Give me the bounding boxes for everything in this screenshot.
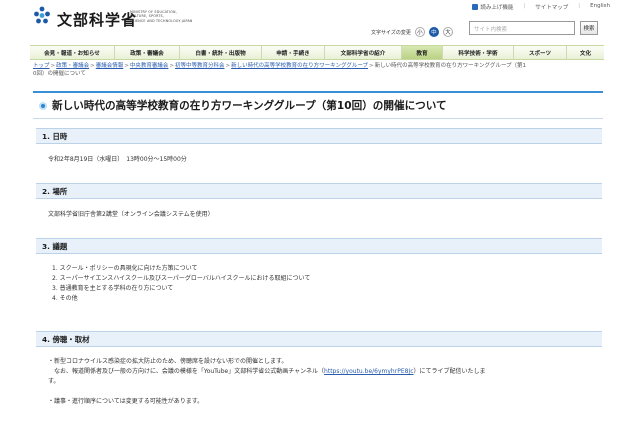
nav-item-policy[interactable]: 政策・審議会 — [115, 46, 180, 59]
page-title-box: 新しい時代の高等学校教育の在り方ワーキンググループ（第10回）の開催について — [33, 91, 603, 119]
observe-note-1: ・新型コロナウイルス感染症の拡大防止のため、傍聴席を設けない形での開催とします。 — [48, 358, 288, 365]
global-nav: 会見・報道・お知らせ 政策・審議会 白書・統計・出版物 申請・手続き 文部科学省… — [30, 45, 604, 60]
utility-links: 読み上げ機能 | サイトマップ | English — [472, 3, 610, 11]
breadcrumb-link-councils[interactable]: 審議会情報 — [96, 63, 124, 69]
section-heading-observe: 4. 傍聴・取材 — [36, 331, 602, 347]
agenda-item: 4. その他 — [52, 295, 78, 302]
site-search-input[interactable]: サイト内検索 — [469, 21, 575, 35]
site-logo-text[interactable]: 文部科学省 — [57, 9, 137, 30]
observe-note-3: ・議事・進行順序については変更する可能性があります。 — [48, 398, 204, 405]
observe-note-2-cont: す。 — [48, 378, 60, 385]
agenda-item: 2. スーパーサイエンスハイスクール及びスーパーグローバルハイスクールにおける取… — [52, 275, 311, 282]
nav-item-whitepaper[interactable]: 白書・統計・出版物 — [180, 46, 262, 59]
read-aloud-link[interactable]: 読み上げ機能 — [472, 3, 513, 11]
section-body-place: 文部科学省旧庁舎第2講堂（オンライン会議システムを使用） — [48, 211, 214, 218]
font-size-switcher: 文字サイズの変更 小 中 大 — [371, 27, 453, 37]
breadcrumb-current-cont: 0回）の開催について — [33, 70, 86, 77]
section-heading-place: 2. 場所 — [36, 183, 602, 199]
search-button[interactable]: 検索 — [580, 21, 598, 35]
title-bullet-icon — [39, 101, 47, 110]
youtube-link[interactable]: https://youtu.be/6ymyhrPE8Jc — [324, 368, 413, 375]
font-size-small-button[interactable]: 小 — [414, 27, 425, 37]
breadcrumb-link-policy[interactable]: 政策・審議会 — [56, 63, 89, 69]
breadcrumb-link-central-council[interactable]: 中央教育審議会 — [130, 63, 169, 69]
breadcrumb: トップ>政策・審議会>審議会情報>中央教育審議会>初等中等教育分科会>新しい時代… — [33, 63, 527, 77]
nav-item-education[interactable]: 教育 — [402, 46, 443, 59]
breadcrumb-link-subcommittee[interactable]: 初等中等教育分科会 — [175, 63, 225, 69]
nav-item-application[interactable]: 申請・手続き — [262, 46, 325, 59]
nav-item-culture[interactable]: 文化 — [567, 46, 604, 59]
section-heading-agenda: 3. 議題 — [36, 238, 602, 254]
breadcrumb-link-working-group[interactable]: 新しい時代の高等学校教育の在り方ワーキンググループ — [231, 63, 368, 69]
font-size-medium-button[interactable]: 中 — [428, 27, 439, 37]
breadcrumb-link-top[interactable]: トップ — [33, 63, 50, 69]
section-body-datetime: 令和2年8月19日（水曜日） 13時00分～15時00分 — [48, 156, 187, 163]
section-heading-datetime: 1. 日時 — [36, 128, 602, 144]
sitemap-link[interactable]: サイトマップ — [535, 3, 568, 11]
font-size-label: 文字サイズの変更 — [371, 29, 411, 36]
site-logo-subtitle: MINISTRY OF EDUCATION, CULTURE, SPORTS, … — [130, 10, 193, 23]
nav-item-press[interactable]: 会見・報道・お知らせ — [30, 46, 115, 59]
observe-note-2: なお、報道関係者及び一般の方向けに、会議の模様を「YouTube」文部科学省公式… — [54, 368, 486, 375]
nav-item-about[interactable]: 文部科学省の紹介 — [325, 46, 402, 59]
section-body-observe: ・新型コロナウイルス感染症の拡大防止のため、傍聴席を設けない形での開催とします。… — [48, 357, 486, 407]
breadcrumb-current: 新しい時代の高等学校教育の在り方ワーキンググループ（第1 — [374, 63, 527, 69]
mext-logo-icon[interactable] — [33, 6, 51, 26]
font-size-large-button[interactable]: 大 — [442, 27, 453, 37]
speaker-icon — [472, 4, 479, 10]
agenda-item: 3. 普通教育を主とする学科の在り方について — [52, 285, 174, 292]
site-header: 文部科学省 MINISTRY OF EDUCATION, CULTURE, SP… — [0, 0, 640, 44]
agenda-list: 1. スクール・ポリシーの具現化に向けた方策について 2. スーパーサイエンスハ… — [52, 264, 310, 304]
page-title: 新しい時代の高等学校教育の在り方ワーキンググループ（第10回）の開催について — [52, 100, 447, 112]
english-link[interactable]: English — [590, 3, 610, 11]
nav-item-science[interactable]: 科学技術・学術 — [443, 46, 514, 59]
nav-item-sports[interactable]: スポーツ — [514, 46, 567, 59]
agenda-item: 1. スクール・ポリシーの具現化に向けた方策について — [52, 265, 198, 272]
